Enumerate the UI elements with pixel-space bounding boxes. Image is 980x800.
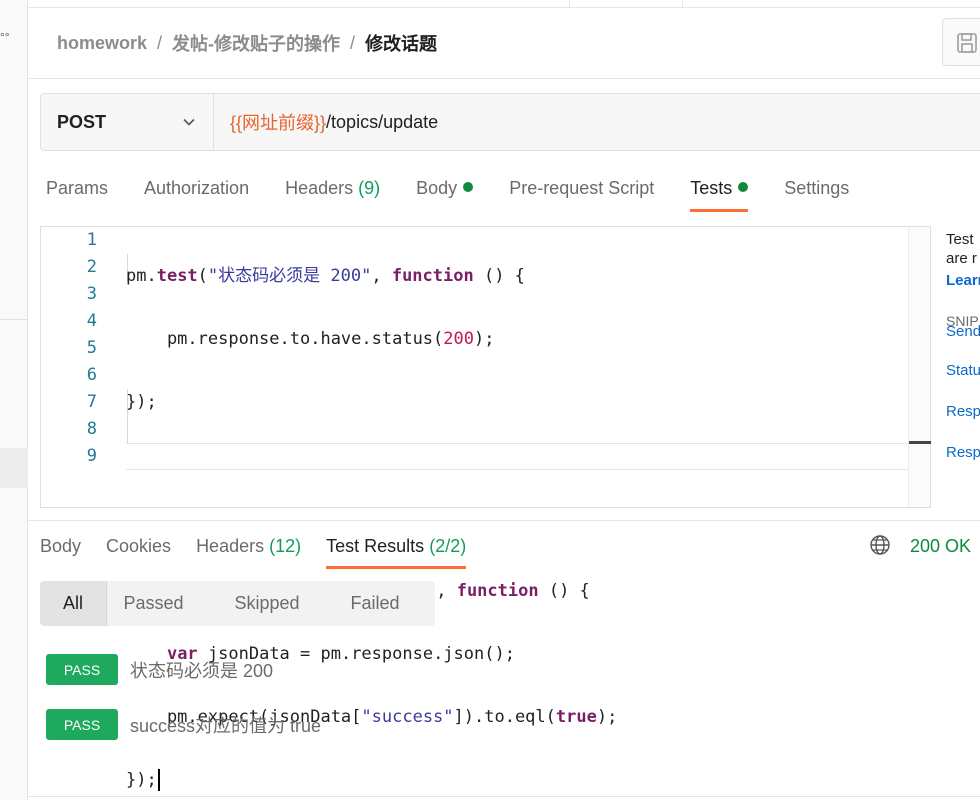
- tab-headers[interactable]: Headers (9): [285, 170, 380, 214]
- snippets-panel: Test are r Learn SNIP Send Statu Resp Re…: [946, 230, 980, 461]
- code-line: });: [126, 392, 157, 412]
- pass-badge: PASS: [46, 654, 118, 685]
- tab-current[interactable]: [570, 0, 683, 8]
- snippet-link[interactable]: Resp: [946, 444, 980, 461]
- url-input[interactable]: {{网址前缀}}/topics/update: [214, 94, 438, 150]
- response-tab-headers[interactable]: Headers (12): [196, 528, 301, 570]
- response-divider[interactable]: [28, 520, 980, 521]
- text-caret: [157, 769, 160, 791]
- test-result-row: PASS 状态码必须是 200: [46, 654, 273, 685]
- request-url-bar: POST {{网址前缀}}/topics/update: [40, 93, 980, 151]
- code-line: pm.response.to.have.status(200);: [126, 329, 495, 349]
- response-headers-count: (12): [269, 536, 302, 556]
- breadcrumb-separator: /: [350, 32, 356, 53]
- line-number: 2: [86, 257, 97, 277]
- header-divider: [28, 78, 980, 79]
- method-select[interactable]: POST: [41, 94, 214, 150]
- test-result-name: 状态码必须是 200: [130, 660, 274, 681]
- test-result-row: PASS success对应的值为 true: [46, 709, 321, 740]
- snippets-description-2: are r: [946, 250, 977, 267]
- breadcrumb-separator: /: [157, 32, 163, 53]
- tab-settings[interactable]: Settings: [784, 170, 849, 214]
- tab-body[interactable]: Body: [416, 170, 474, 214]
- globe-icon[interactable]: [869, 534, 891, 556]
- breadcrumb-request: 修改话题: [365, 34, 438, 54]
- line-number-gutter: 1 2 3 4 5 6 7 8 9: [41, 227, 111, 507]
- breadcrumb-folder[interactable]: 发帖-修改贴子的操作: [172, 30, 340, 56]
- tab-previous[interactable]: [28, 0, 570, 8]
- line-number: 1: [86, 230, 97, 250]
- sidebar-dots-icon[interactable]: °°: [0, 30, 10, 44]
- sidebar-selected-item[interactable]: [0, 448, 28, 488]
- filter-all[interactable]: All: [40, 581, 107, 626]
- bottom-divider: [28, 796, 980, 797]
- pass-badge: PASS: [46, 709, 118, 740]
- tests-indicator-dot: [738, 182, 749, 192]
- snippet-link[interactable]: Send: [946, 323, 980, 340]
- snippets-description: Test: [946, 231, 974, 248]
- url-variable: {{网址前缀}}: [230, 113, 327, 133]
- line-number: 8: [86, 419, 97, 439]
- left-sidebar-strip: °°: [0, 0, 28, 800]
- tab-params[interactable]: Params: [46, 170, 108, 214]
- editor-scrollbar[interactable]: [908, 227, 931, 507]
- line-number: 3: [86, 284, 97, 304]
- body-indicator-dot: [463, 182, 474, 192]
- line-number: 4: [86, 311, 97, 331]
- learn-more-link[interactable]: Learn: [946, 272, 980, 289]
- line-number: 5: [86, 338, 97, 358]
- method-label: POST: [57, 111, 107, 132]
- tab-authorization[interactable]: Authorization: [144, 170, 249, 214]
- response-tab-test-results[interactable]: Test Results (2/2): [326, 528, 467, 570]
- response-status[interactable]: 200 OK: [910, 536, 971, 557]
- test-results-count: (2/2): [429, 536, 467, 556]
- breadcrumb: homework / 发帖-修改贴子的操作 / 修改话题: [57, 30, 437, 56]
- response-tabs: Body Cookies Headers (12) Test Results (…: [40, 528, 491, 570]
- tab-pre-request-script[interactable]: Pre-request Script: [509, 170, 654, 214]
- filter-failed[interactable]: Failed: [334, 581, 416, 626]
- top-tab-strip: [28, 0, 980, 8]
- request-tabs: Params Authorization Headers (9) Body Pr…: [46, 170, 885, 214]
- save-button[interactable]: [942, 18, 980, 66]
- filter-passed[interactable]: Passed: [107, 581, 200, 626]
- breadcrumb-collection[interactable]: homework: [57, 33, 147, 54]
- chevron-down-icon: [183, 118, 195, 126]
- filter-skipped[interactable]: Skipped: [200, 581, 334, 626]
- code-line: });: [126, 767, 617, 794]
- line-number: 9: [86, 446, 97, 466]
- sidebar-divider: [0, 290, 28, 320]
- url-path: /topics/update: [326, 111, 439, 132]
- save-icon: [957, 33, 977, 53]
- test-result-name: success对应的值为 true: [130, 715, 322, 736]
- line-number: 7: [86, 392, 97, 412]
- test-results-filter: All Passed Skipped Failed: [40, 581, 435, 626]
- tests-code-editor[interactable]: 1 2 3 4 5 6 7 8 9 pm.test("状态码必须是 200", …: [40, 226, 931, 791]
- snippet-link[interactable]: Resp: [946, 403, 980, 420]
- response-tab-body[interactable]: Body: [40, 528, 81, 570]
- snippet-link[interactable]: Statu: [946, 362, 980, 379]
- response-tab-cookies[interactable]: Cookies: [106, 528, 171, 570]
- scrollbar-cursor-marker: [909, 441, 931, 444]
- line-number: 6: [86, 365, 97, 385]
- tab-tests[interactable]: Tests: [690, 170, 749, 214]
- headers-count: (9): [358, 178, 381, 198]
- code-line: pm.test("状态码必须是 200", function () {: [126, 266, 525, 286]
